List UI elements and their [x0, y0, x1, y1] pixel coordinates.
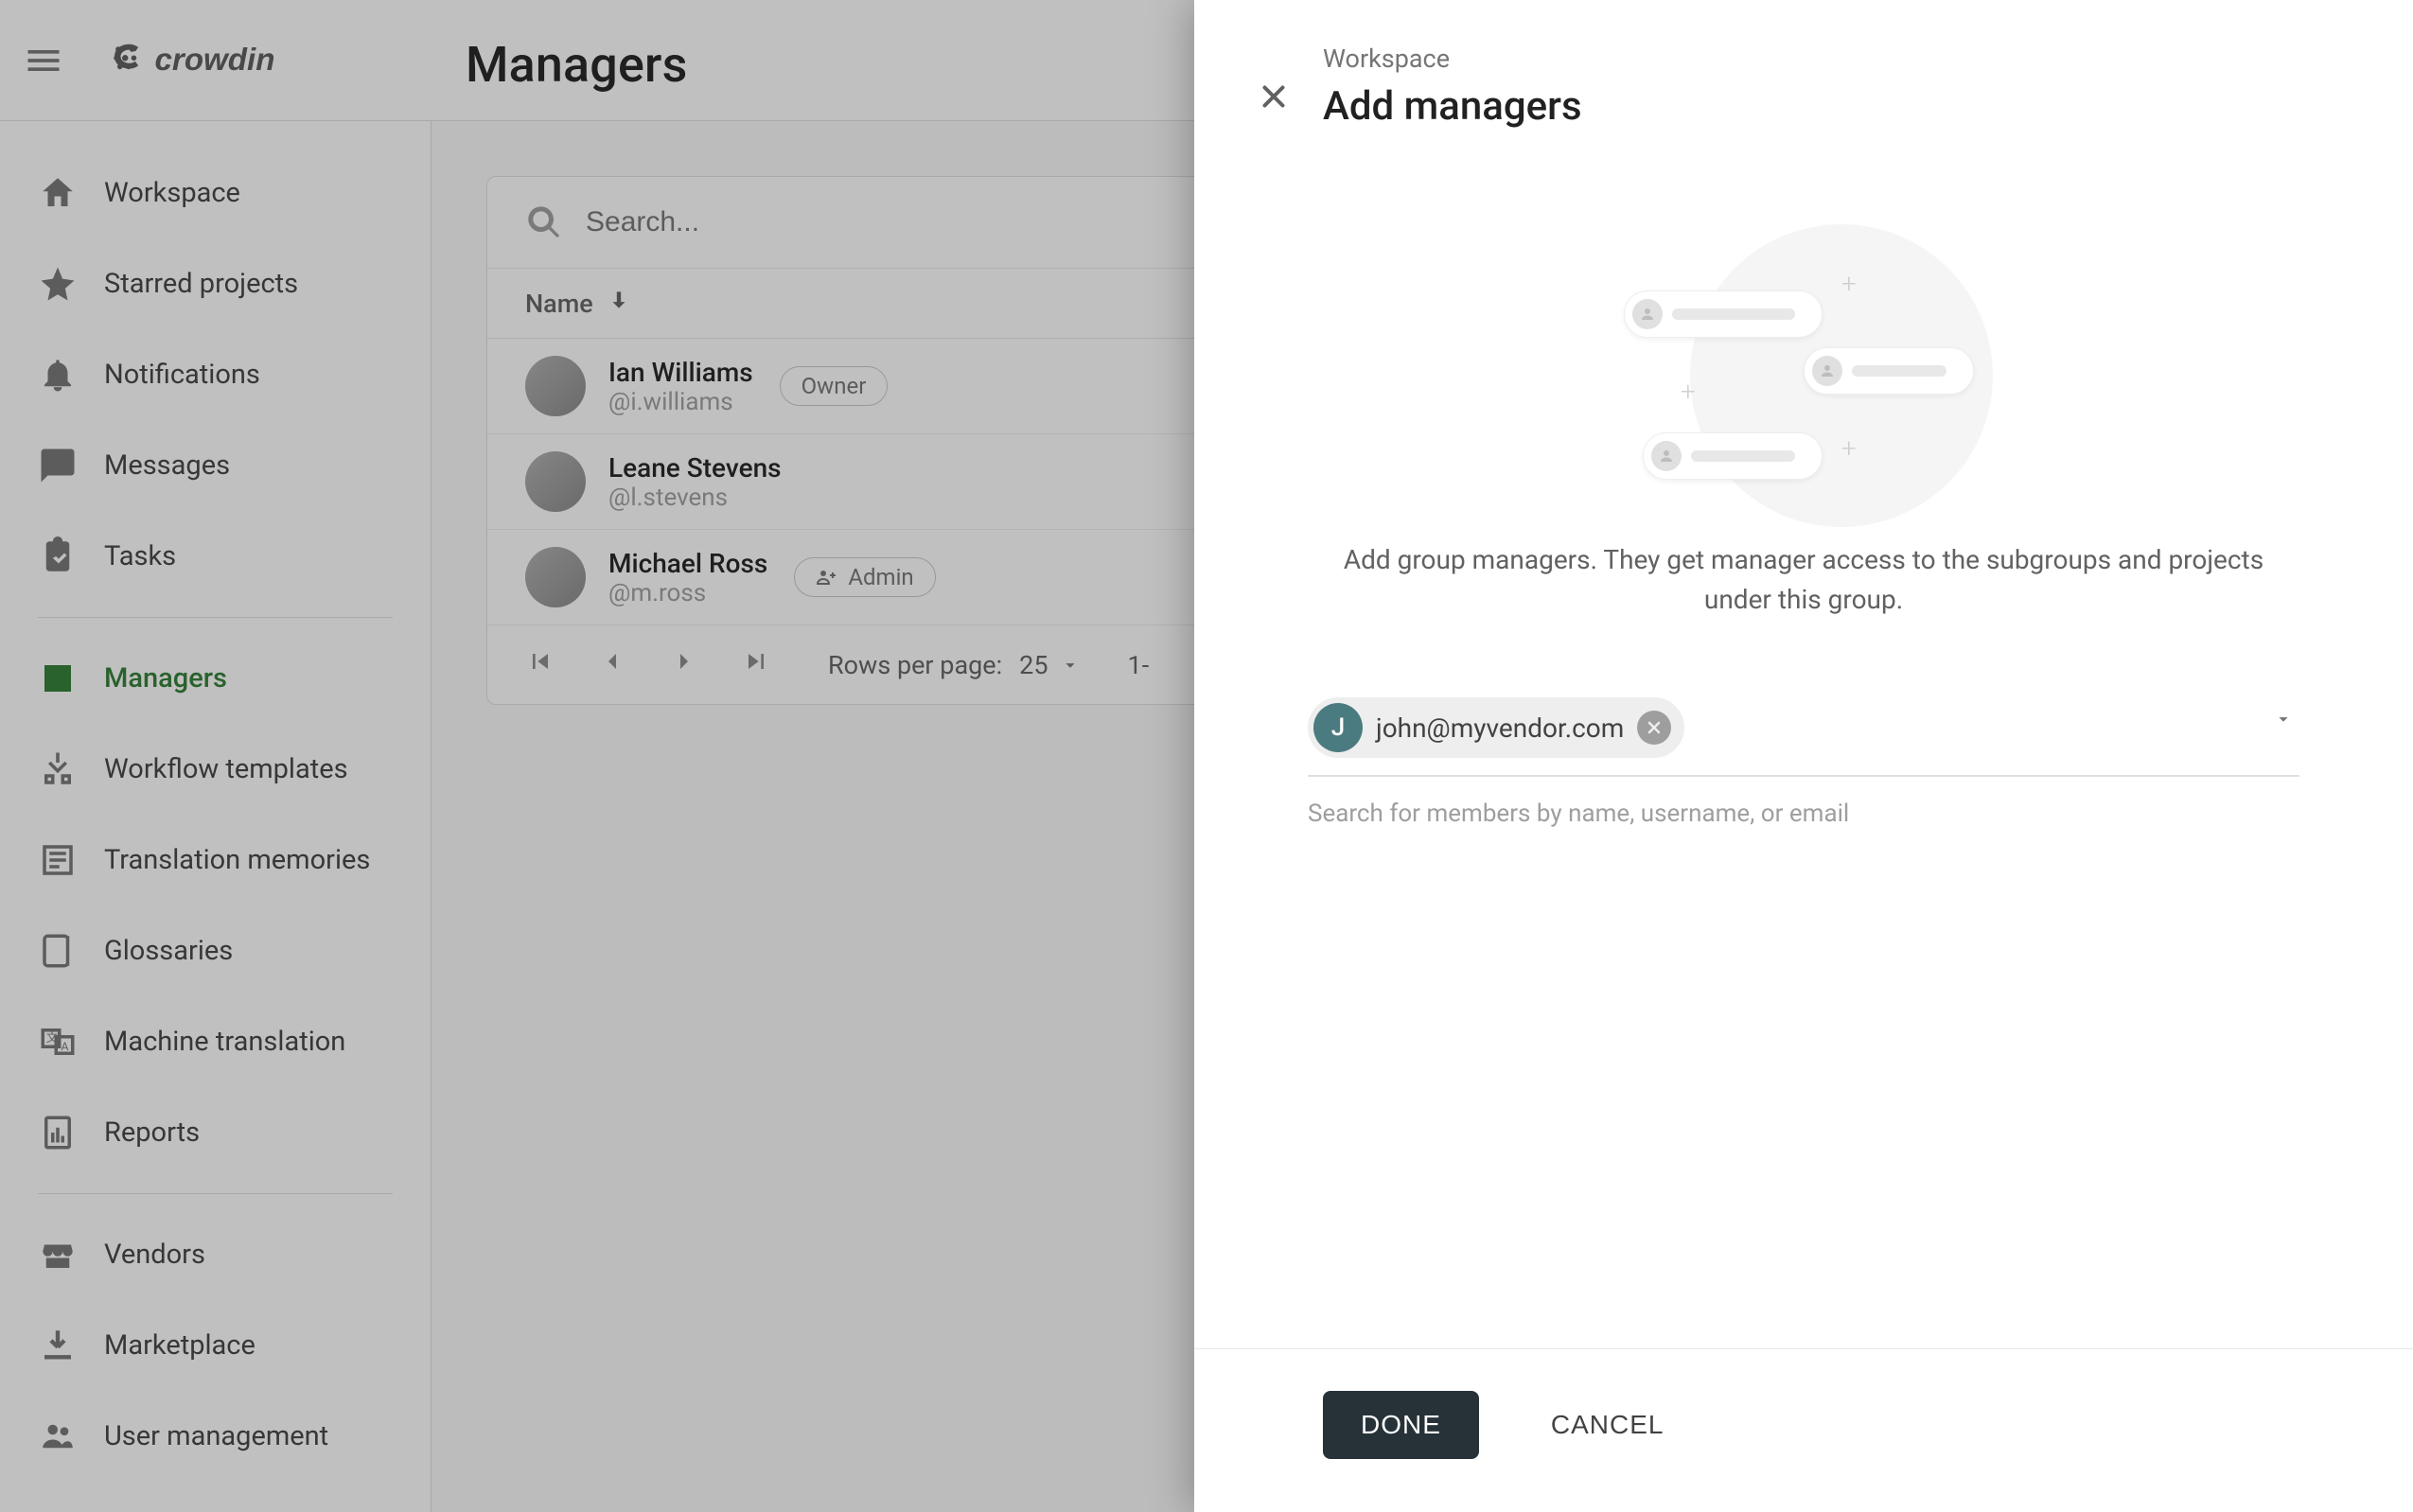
reports-icon	[38, 1113, 78, 1152]
sidebar-item-vendors[interactable]: Vendors	[0, 1209, 431, 1300]
sidebar-item-tasks[interactable]: Tasks	[0, 511, 431, 602]
illustration: + + +	[1308, 215, 2299, 499]
sheet-footer: DONE CANCEL	[1194, 1348, 2413, 1512]
sidebar-item-label: Notifications	[104, 359, 260, 391]
add-managers-sheet: Workspace Add managers + + + Add group m…	[1194, 0, 2413, 1512]
sidebar-item-messages[interactable]: Messages	[0, 420, 431, 511]
sidebar-item-tm[interactable]: Translation memories	[0, 815, 431, 905]
sheet-description: Add group managers. They get manager acc…	[1308, 540, 2299, 620]
svg-text:crowdin: crowdin	[155, 43, 275, 78]
star-icon	[38, 264, 78, 304]
sidebar-item-label: Vendors	[104, 1239, 205, 1271]
sidebar-item-glossaries[interactable]: Glossaries	[0, 905, 431, 996]
menu-icon	[23, 40, 64, 81]
sidebar-item-label: Marketplace	[104, 1329, 255, 1362]
people-icon	[38, 1416, 78, 1456]
avatar	[525, 356, 586, 416]
close-icon	[1256, 79, 1292, 114]
sidebar-item-label: Workspace	[104, 177, 240, 209]
tm-icon	[38, 840, 78, 880]
mt-icon: 文A	[38, 1022, 78, 1062]
sidebar-item-label: Managers	[104, 662, 227, 694]
hamburger-menu-button[interactable]	[0, 40, 87, 81]
pager-next-button[interactable]	[669, 646, 699, 683]
rows-per-page-label: Rows per page:	[828, 650, 1002, 680]
dropdown-icon	[1060, 655, 1081, 676]
pager-first-button[interactable]	[525, 646, 555, 683]
chat-icon	[38, 446, 78, 485]
badge-icon	[38, 659, 78, 698]
member-handle: @i.williams	[608, 388, 753, 416]
sidebar-item-reports[interactable]: Reports	[0, 1087, 431, 1178]
sort-arrow-down-icon	[607, 288, 631, 319]
sidebar-item-label: Reports	[104, 1116, 200, 1149]
done-button[interactable]: DONE	[1323, 1391, 1479, 1459]
brand-logo: crowdin	[95, 39, 379, 82]
role-badge: Owner	[780, 366, 889, 406]
workflow-icon	[38, 749, 78, 789]
avatar	[525, 547, 586, 607]
cancel-button[interactable]: CANCEL	[1513, 1391, 1702, 1459]
sidebar-item-workspace[interactable]: Workspace	[0, 148, 431, 238]
member-handle: @l.stevens	[608, 483, 782, 512]
member-name: Ian Williams	[608, 357, 753, 388]
input-helper-text: Search for members by name, username, or…	[1308, 800, 2299, 828]
sidebar-item-label: Translation memories	[104, 844, 370, 876]
sidebar-item-label: Messages	[104, 449, 230, 482]
sidebar-item-starred[interactable]: Starred projects	[0, 238, 431, 329]
member-name: Michael Ross	[608, 548, 767, 579]
store-icon	[38, 1235, 78, 1275]
member-name: Leane Stevens	[608, 452, 782, 483]
sidebar-item-label: Tasks	[104, 540, 176, 572]
members-input[interactable]: J john@myvendor.com	[1308, 686, 2299, 777]
dropdown-toggle[interactable]	[2273, 709, 2294, 733]
sidebar-item-managers[interactable]: Managers	[0, 633, 431, 724]
pager-last-button[interactable]	[741, 646, 771, 683]
sidebar-item-label: Glossaries	[104, 935, 233, 967]
bell-icon	[38, 355, 78, 395]
pager-range: 1-	[1128, 650, 1150, 680]
pager-prev-button[interactable]	[597, 646, 627, 683]
search-icon	[525, 203, 563, 241]
rows-per-page-select[interactable]: 25	[1019, 650, 1080, 680]
member-handle: @m.ross	[608, 579, 767, 607]
download-icon	[38, 1326, 78, 1365]
search-input[interactable]	[586, 206, 1154, 238]
close-button[interactable]	[1251, 74, 1296, 119]
member-chip: J john@myvendor.com	[1308, 697, 1684, 758]
sidebar-item-marketplace[interactable]: Marketplace	[0, 1300, 431, 1391]
sidebar-item-workflow[interactable]: Workflow templates	[0, 724, 431, 815]
avatar	[525, 451, 586, 512]
clipboard-icon	[38, 536, 78, 576]
svg-text:文: 文	[46, 1030, 58, 1045]
sidebar: Workspace Starred projects Notifications…	[0, 121, 432, 1512]
chip-remove-button[interactable]	[1637, 711, 1671, 745]
role-badge: Admin	[794, 557, 935, 597]
svg-text:A: A	[62, 1040, 69, 1053]
chip-text: john@myvendor.com	[1376, 712, 1624, 744]
sidebar-item-label: Machine translation	[104, 1026, 345, 1058]
page-title: Managers	[466, 36, 688, 94]
chip-avatar: J	[1313, 703, 1363, 752]
sidebar-item-notifications[interactable]: Notifications	[0, 329, 431, 420]
sidebar-item-label: Starred projects	[104, 268, 298, 300]
sheet-breadcrumb: Workspace	[1323, 44, 1582, 74]
sidebar-divider	[38, 1193, 393, 1194]
glossary-icon	[38, 931, 78, 971]
column-name-header: Name	[525, 289, 593, 319]
admin-icon	[816, 566, 838, 589]
sidebar-item-user-management[interactable]: User management	[0, 1391, 431, 1482]
sidebar-item-mt[interactable]: 文A Machine translation	[0, 996, 431, 1087]
sidebar-divider	[38, 617, 393, 618]
sidebar-item-label: Workflow templates	[104, 753, 348, 785]
home-icon	[38, 173, 78, 213]
chevron-down-icon	[2273, 709, 2294, 730]
sheet-title: Add managers	[1323, 83, 1582, 130]
sidebar-item-label: User management	[104, 1420, 328, 1452]
close-icon	[1645, 718, 1664, 737]
